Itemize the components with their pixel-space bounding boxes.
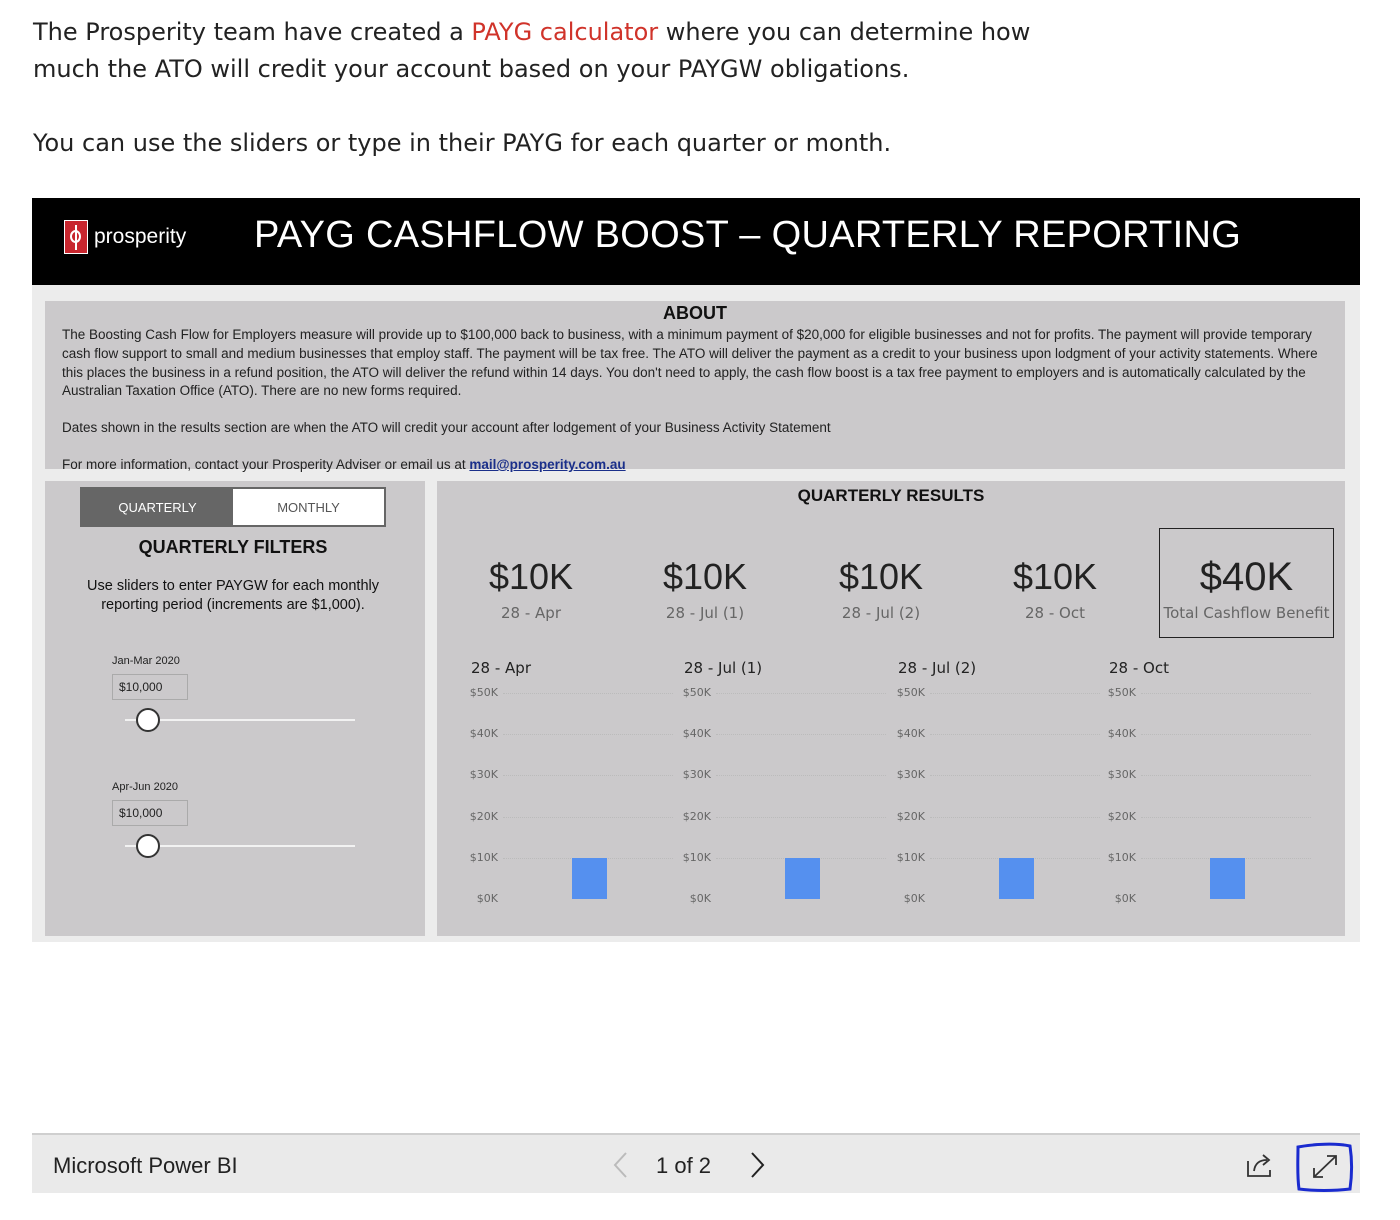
about-title: ABOUT — [663, 303, 727, 323]
toggle-quarterly[interactable]: QUARTERLY — [82, 489, 233, 525]
about-paragraph-3: For more information, contact your Prosp… — [62, 456, 626, 472]
report-title: PAYG CASHFLOW BOOST – QUARTERLY REPORTIN… — [254, 214, 1242, 256]
chevron-left-icon[interactable] — [609, 1151, 633, 1179]
email-link[interactable]: mail@prosperity.com.au — [469, 457, 625, 472]
quarterly-bar-charts: 28 - Apr $50K $40K $30K $20K $10K $0K 28 - Jul … — [437, 481, 1345, 936]
y-tick-label: $50K — [682, 686, 711, 699]
y-tick-label: $10K — [1107, 850, 1136, 864]
bar-28-apr[interactable] — [572, 857, 607, 899]
powerbi-footer-bar: Microsoft Power BI 1 of 2 — [32, 1133, 1360, 1193]
y-tick-label: $20K — [1107, 809, 1136, 823]
chart-title-28-jul-2: 28 - Jul (2) — [898, 659, 977, 677]
chart-title-28-oct: 28 - Oct — [1109, 659, 1169, 677]
y-tick-label: $20K — [469, 809, 498, 823]
logo-text: prosperity — [94, 225, 187, 248]
gridline — [930, 816, 1100, 818]
gridline — [503, 693, 673, 694]
bar-28-jul-2[interactable] — [999, 857, 1034, 899]
gridline — [503, 816, 673, 818]
y-tick-label: $30K — [896, 768, 925, 782]
y-tick-label: $10K — [682, 850, 711, 864]
y-tick-label: $20K — [896, 809, 925, 823]
about-panel: ABOUT The Boosting Cash Flow for Employe… — [45, 301, 1345, 472]
y-tick-label: $10K — [469, 850, 498, 864]
y-tick-label: $30K — [1107, 768, 1136, 782]
slider-label-jan-mar: Jan-Mar 2020 — [112, 655, 180, 667]
y-tick-label: $0K — [903, 892, 925, 905]
y-tick-label: $40K — [682, 727, 711, 741]
report-canvas: prosperity PAYG CASHFLOW BOOST – QUARTER… — [32, 198, 1360, 942]
intro-line-1: The Prosperity team have created a PAYG … — [33, 18, 1031, 46]
paygw-input-jan-mar[interactable] — [112, 674, 188, 700]
prosperity-logo: prosperity — [64, 218, 186, 256]
filters-description: Use sliders to enter PAYGW for each mont… — [87, 578, 379, 613]
gridline — [716, 693, 886, 694]
y-tick-label: $40K — [896, 727, 925, 741]
gridline — [1141, 734, 1311, 736]
y-tick-label: $0K — [1114, 892, 1136, 905]
prosperity-logo-icon — [64, 220, 88, 254]
period-toggle: QUARTERLY MONTHLY — [80, 487, 386, 527]
page-indicator: 1 of 2 — [656, 1153, 712, 1178]
filters-title: QUARTERLY FILTERS — [138, 537, 328, 557]
gridline — [716, 775, 886, 777]
y-tick-label: $50K — [1107, 686, 1136, 699]
powerbi-brand: Microsoft Power BI — [53, 1153, 238, 1178]
y-tick-label: $40K — [469, 727, 498, 741]
y-tick-label: $20K — [682, 809, 711, 823]
y-tick-label: $30K — [682, 768, 711, 782]
intro-text: The Prosperity team have created a PAYG … — [33, 14, 1033, 162]
gridline — [1141, 693, 1311, 694]
gridline — [930, 734, 1100, 736]
report-header: prosperity PAYG CASHFLOW BOOST – QUARTER… — [32, 198, 1360, 285]
about-paragraph-1: The Boosting Cash Flow for Employers mea… — [62, 327, 1318, 399]
paygw-input-apr-jun[interactable] — [112, 800, 188, 826]
gridline — [503, 775, 673, 777]
gridline — [930, 775, 1100, 777]
y-tick-label: $10K — [896, 850, 925, 864]
fullscreen-icon[interactable] — [1294, 1141, 1354, 1193]
slider-handle-apr-jun[interactable] — [136, 834, 160, 858]
gridline — [930, 693, 1100, 694]
chart-title-28-apr: 28 - Apr — [471, 659, 531, 677]
chevron-right-icon[interactable] — [745, 1151, 769, 1179]
y-tick-label: $50K — [896, 686, 925, 699]
bar-28-oct[interactable] — [1210, 857, 1245, 899]
y-tick-label: $0K — [476, 892, 498, 905]
slider-label-apr-jun: Apr-Jun 2020 — [112, 781, 179, 793]
bar-28-jul-1[interactable] — [785, 857, 820, 899]
share-icon[interactable] — [1245, 1151, 1275, 1179]
filters-panel: QUARTERLY MONTHLY QUARTERLY FILTERS Use … — [45, 481, 425, 936]
about-body: The Boosting Cash Flow for Employers mea… — [62, 326, 1322, 475]
y-tick-label: $50K — [469, 686, 498, 699]
slider-handle-jan-mar[interactable] — [136, 708, 160, 732]
gridline — [503, 734, 673, 736]
y-tick-label: $30K — [469, 768, 498, 782]
results-panel: QUARTERLY RESULTS $10K 28 - Apr $10K 28 … — [437, 481, 1345, 936]
gridline — [716, 816, 886, 818]
y-tick-label: $40K — [1107, 727, 1136, 741]
gridline — [1141, 775, 1311, 777]
gridline — [1141, 816, 1311, 818]
y-tick-label: $0K — [689, 892, 711, 905]
payg-calculator-link[interactable]: PAYG calculator — [471, 18, 658, 46]
intro-line-2: much the ATO will credit your account ba… — [33, 55, 910, 83]
gridline — [716, 734, 886, 736]
about-paragraph-2: Dates shown in the results section are w… — [62, 420, 831, 436]
toggle-monthly[interactable]: MONTHLY — [233, 489, 384, 525]
intro-line-3: You can use the sliders or type in their… — [33, 129, 892, 157]
chart-title-28-jul-1: 28 - Jul (1) — [684, 659, 763, 677]
